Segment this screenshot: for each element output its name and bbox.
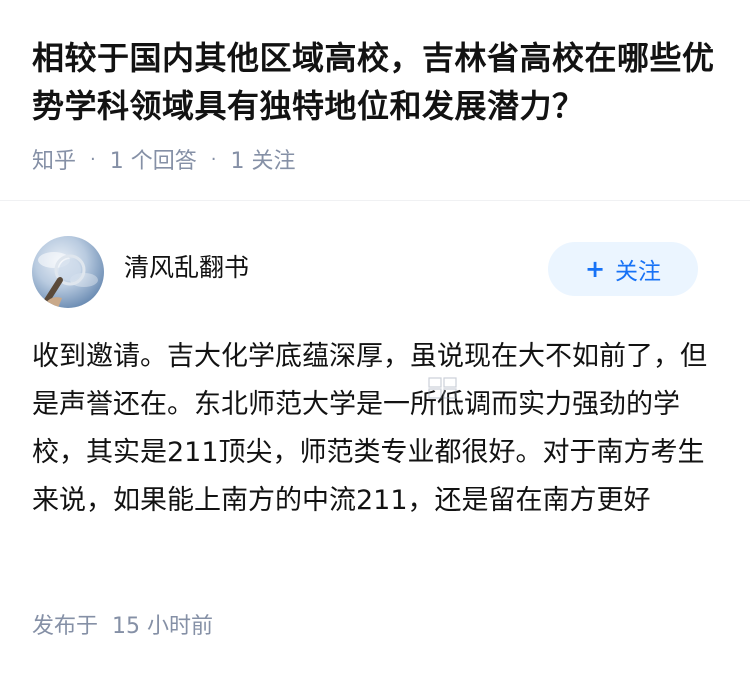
separator-dot: · <box>90 148 96 170</box>
answer-content: 收到邀请。吉大化学底蕴深厚，虽说现在大不如前了，但是声誉还在。东北师范大学是一所… <box>32 341 707 516</box>
published-value: 15 小时前 <box>112 614 214 639</box>
source-label[interactable]: 知乎 <box>32 143 76 175</box>
question-header: 相较于国内其他区域高校，吉林省高校在哪些优势学科领域具有独特地位和发展潜力？ 知… <box>0 0 750 176</box>
avatar[interactable] <box>32 236 104 308</box>
watermark-icon <box>428 377 457 399</box>
follow-button[interactable]: + 关注 <box>548 242 698 296</box>
author-row: 清风乱翻书 + 关注 <box>0 200 750 320</box>
follower-count[interactable]: 1 关注 <box>230 143 295 175</box>
author-name[interactable]: 清风乱翻书 <box>124 248 249 284</box>
separator-dot: · <box>210 148 217 170</box>
answer-card: 清风乱翻书 + 关注 收到邀请。吉大化学底蕴深厚，虽说现在大不如前了，但是声誉还… <box>0 200 750 516</box>
question-meta: 知乎 · 1 个回答 · 1 关注 <box>32 142 718 176</box>
published-time: 发布于 15 小时前 <box>32 608 213 640</box>
published-label: 发布于 <box>32 614 99 639</box>
answer-count[interactable]: 1 个回答 <box>110 143 197 175</box>
plus-icon: + <box>584 255 606 283</box>
follow-label: 关注 <box>615 259 662 285</box>
question-title[interactable]: 相较于国内其他区域高校，吉林省高校在哪些优势学科领域具有独特地位和发展潜力？ <box>32 34 718 130</box>
